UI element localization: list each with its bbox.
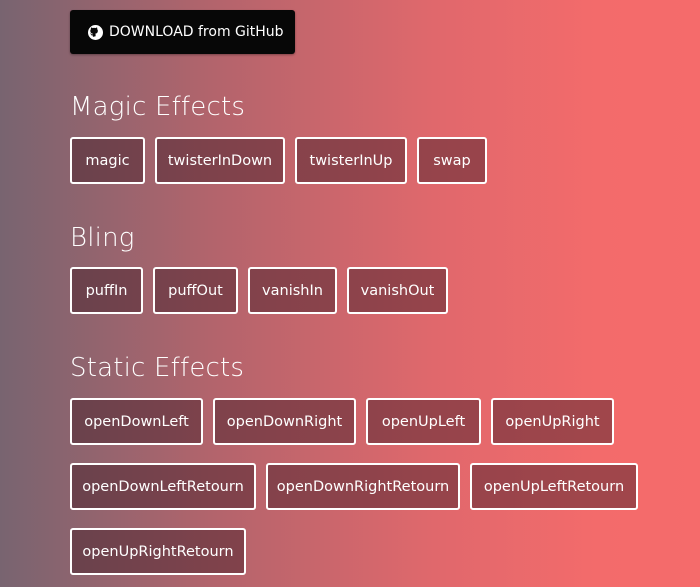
section-title-static-effects: Static Effects [70,353,245,383]
effect-button-twisterinup[interactable]: twisterInUp [295,137,407,184]
effect-button-openupleft[interactable]: openUpLeft [366,398,481,445]
static-effects-row-3: openUpRightRetourn [70,528,246,575]
download-label: DOWNLOAD from GitHub [109,24,284,40]
bling-row: puffIn puffOut vanishIn vanishOut [70,267,448,314]
download-github-button[interactable]: DOWNLOAD from GitHub [70,10,295,54]
effect-button-puffout[interactable]: puffOut [153,267,238,314]
effect-button-openuprightretourn[interactable]: openUpRightRetourn [70,528,246,575]
static-effects-row-1: openDownLeft openDownRight openUpLeft op… [70,398,614,445]
github-icon [88,24,103,40]
effect-button-openupleftretourn[interactable]: openUpLeftRetourn [470,463,638,510]
effect-button-opendownleftretourn[interactable]: openDownLeftRetourn [70,463,256,510]
effect-button-openupright[interactable]: openUpRight [491,398,614,445]
section-title-magic-effects: Magic Effects [70,92,246,122]
effect-button-twisterindown[interactable]: twisterInDown [155,137,285,184]
static-effects-row-2: openDownLeftRetourn openDownRightRetourn… [70,463,638,510]
magic-effects-row: magic twisterInDown twisterInUp swap [70,137,487,184]
effect-button-vanishout[interactable]: vanishOut [347,267,448,314]
effect-button-swap[interactable]: swap [417,137,487,184]
effect-button-opendownleft[interactable]: openDownLeft [70,398,203,445]
effect-button-magic[interactable]: magic [70,137,145,184]
effect-button-vanishin[interactable]: vanishIn [248,267,337,314]
effect-button-puffin[interactable]: puffIn [70,267,143,314]
section-title-bling: Bling [70,223,135,253]
effect-button-opendownrightretourn[interactable]: openDownRightRetourn [266,463,460,510]
effect-button-opendownright[interactable]: openDownRight [213,398,356,445]
